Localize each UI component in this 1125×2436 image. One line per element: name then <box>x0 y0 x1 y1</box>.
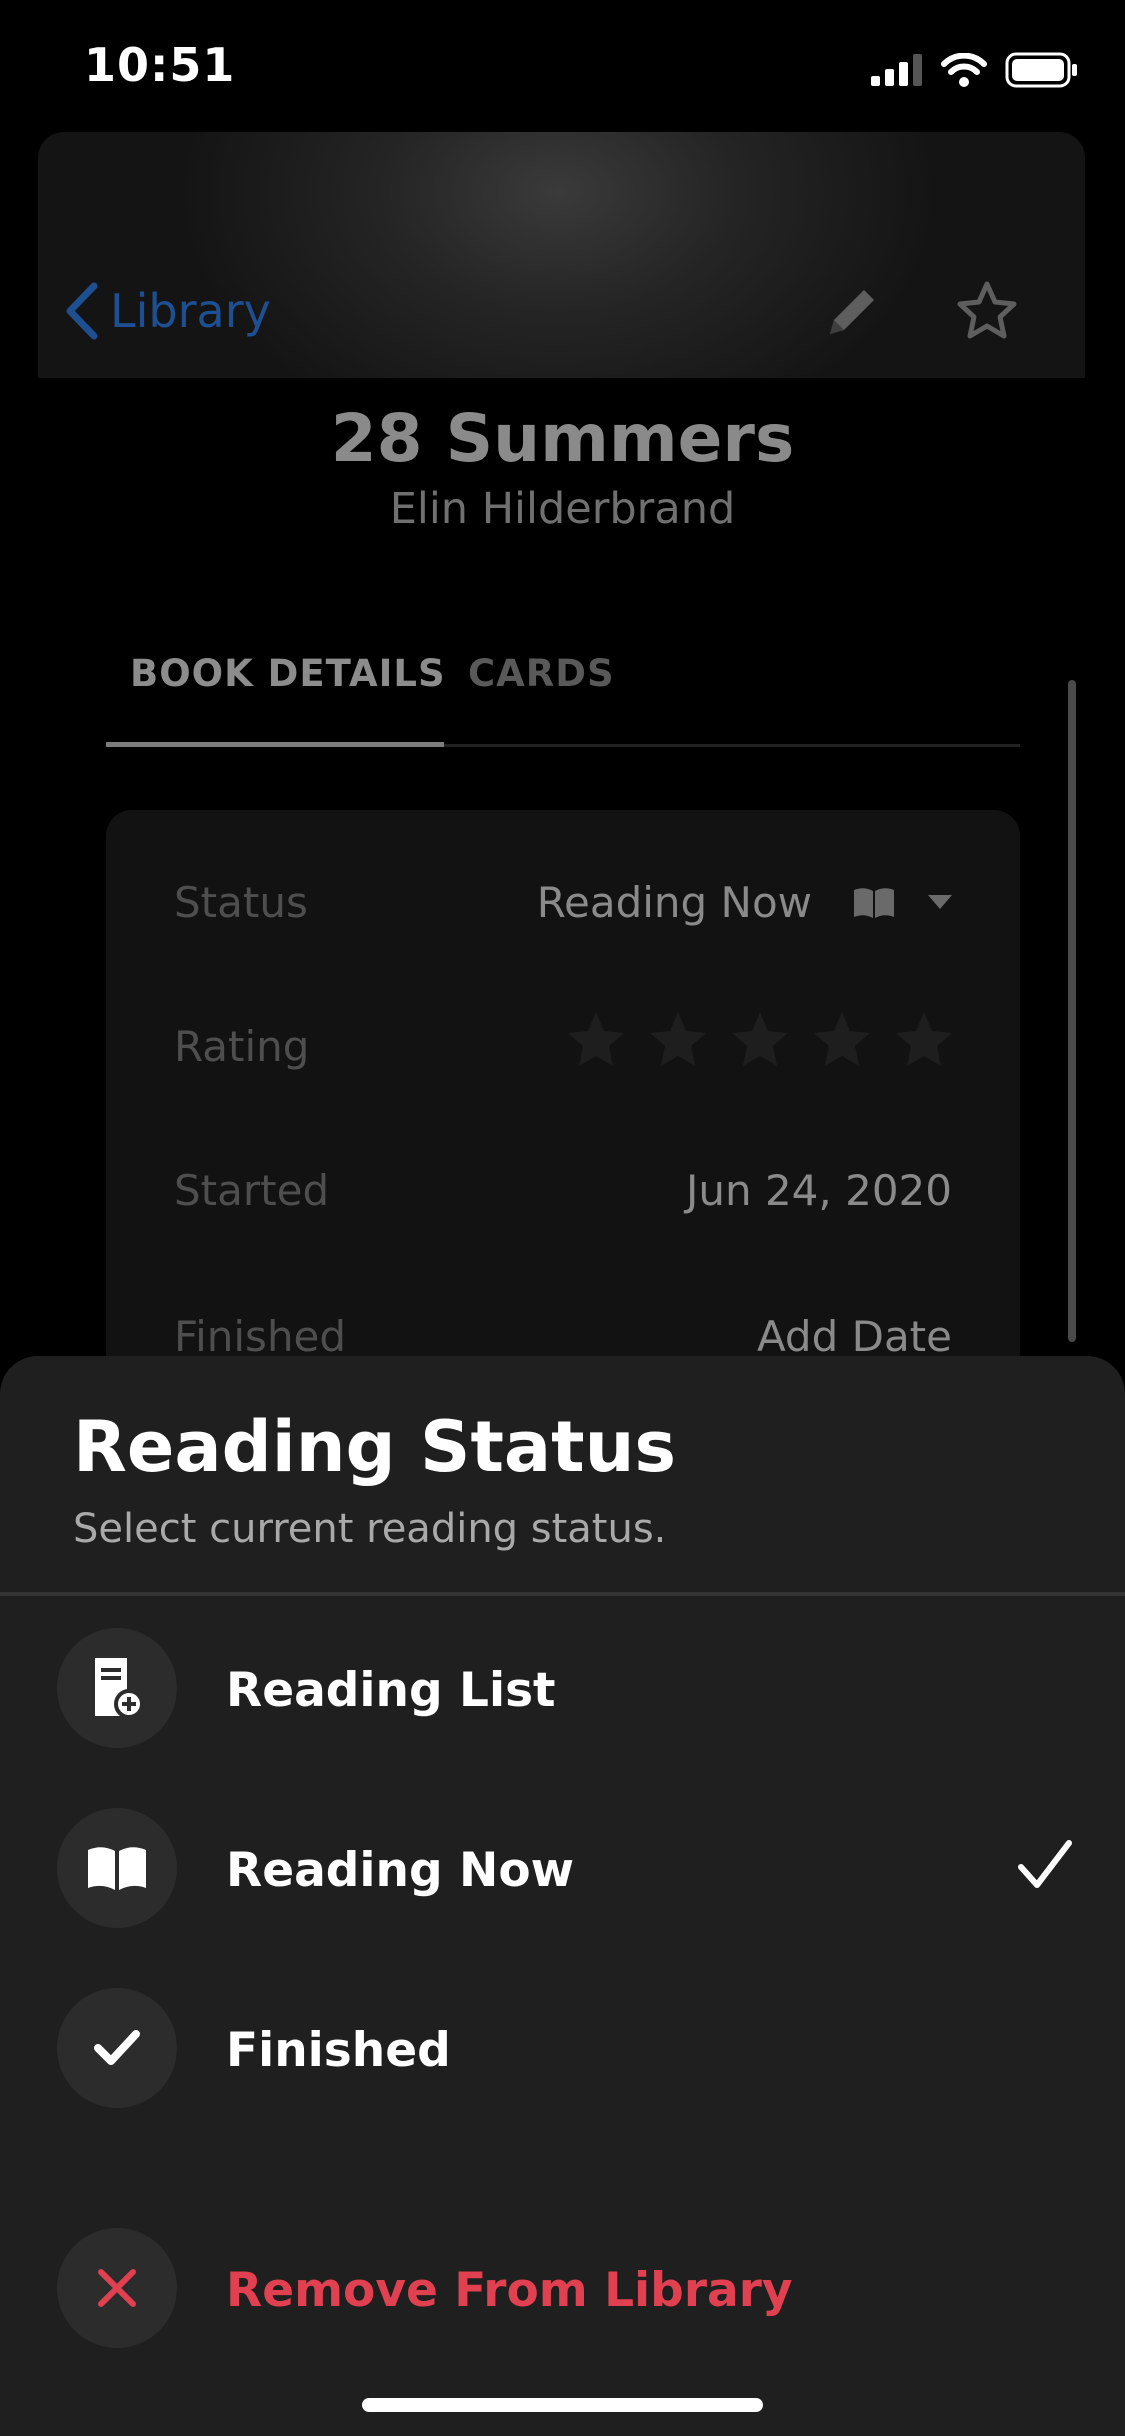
remove-from-library-button[interactable]: Remove From Library <box>0 2213 1125 2363</box>
finished-label: Finished <box>174 1312 347 1361</box>
status-icons <box>871 50 1079 90</box>
option-icon-container <box>57 1808 177 1928</box>
chevron-left-icon <box>66 282 98 340</box>
star-icon[interactable] <box>564 1008 628 1072</box>
option-icon-container <box>57 1988 177 2108</box>
sheet-subtitle: Select current reading status. <box>73 1506 667 1552</box>
option-reading-now[interactable]: Reading Now <box>0 1793 1125 1943</box>
status-dropdown[interactable]: Reading Now <box>537 878 952 927</box>
detail-tabs: BOOK DETAILS CARDS <box>106 640 1020 747</box>
details-card: Status Reading Now Rating Started Jun 24… <box>106 810 1020 1450</box>
star-icon[interactable] <box>892 1008 956 1072</box>
star-outline-icon <box>957 281 1017 339</box>
selected-checkmark-icon <box>1018 1840 1072 1888</box>
sheet-divider <box>0 1592 1125 1596</box>
star-icon[interactable] <box>646 1008 710 1072</box>
book-author: Elin Hilderbrand <box>389 484 736 534</box>
sheet-title: Reading Status <box>73 1406 677 1488</box>
book-add-icon <box>95 1658 144 1719</box>
back-button[interactable]: Library <box>64 282 271 340</box>
pencil-icon <box>830 290 874 334</box>
caret-down-icon <box>928 894 952 909</box>
scrollbar[interactable] <box>1068 680 1076 1342</box>
rating-stars[interactable] <box>564 1008 956 1072</box>
tab-selection-underline <box>106 742 444 747</box>
started-label: Started <box>174 1166 330 1215</box>
checkmark-icon <box>94 2030 140 2065</box>
signal-icon <box>871 54 922 86</box>
option-icon-container <box>57 1628 177 1748</box>
home-indicator[interactable] <box>362 2398 763 2412</box>
status-time: 10:51 <box>84 38 236 92</box>
tab-cards[interactable]: CARDS <box>468 652 615 695</box>
option-label: Reading Now <box>226 1843 575 1898</box>
started-date[interactable]: Jun 24, 2020 <box>686 1166 952 1215</box>
option-label: Reading List <box>226 1663 556 1718</box>
open-book-icon <box>88 1847 146 1890</box>
option-finished[interactable]: Finished <box>0 1973 1125 2123</box>
battery-icon <box>1005 52 1077 88</box>
edit-button[interactable] <box>818 280 884 346</box>
status-value: Reading Now <box>536 878 812 927</box>
favorite-button[interactable] <box>954 278 1020 344</box>
reading-status-sheet: Reading Status Select current reading st… <box>0 1356 1125 2436</box>
wifi-icon <box>941 53 987 87</box>
option-label: Finished <box>226 2023 451 2078</box>
x-icon <box>98 2269 136 2307</box>
star-icon[interactable] <box>728 1008 792 1072</box>
rating-label: Rating <box>174 1022 310 1071</box>
remove-label: Remove From Library <box>226 2263 793 2318</box>
status-label: Status <box>174 878 308 927</box>
option-icon-container <box>57 2228 177 2348</box>
open-book-icon <box>854 887 894 918</box>
finished-add-date-button[interactable]: Add Date <box>757 1312 952 1361</box>
back-label: Library <box>110 284 271 338</box>
status-bar: 10:51 <box>0 0 1125 132</box>
book-cover-header: Library <box>38 132 1085 378</box>
option-reading-list[interactable]: Reading List <box>0 1613 1125 1763</box>
star-icon[interactable] <box>810 1008 874 1072</box>
tab-book-details[interactable]: BOOK DETAILS <box>130 652 446 695</box>
book-title: 28 Summers <box>330 400 795 477</box>
